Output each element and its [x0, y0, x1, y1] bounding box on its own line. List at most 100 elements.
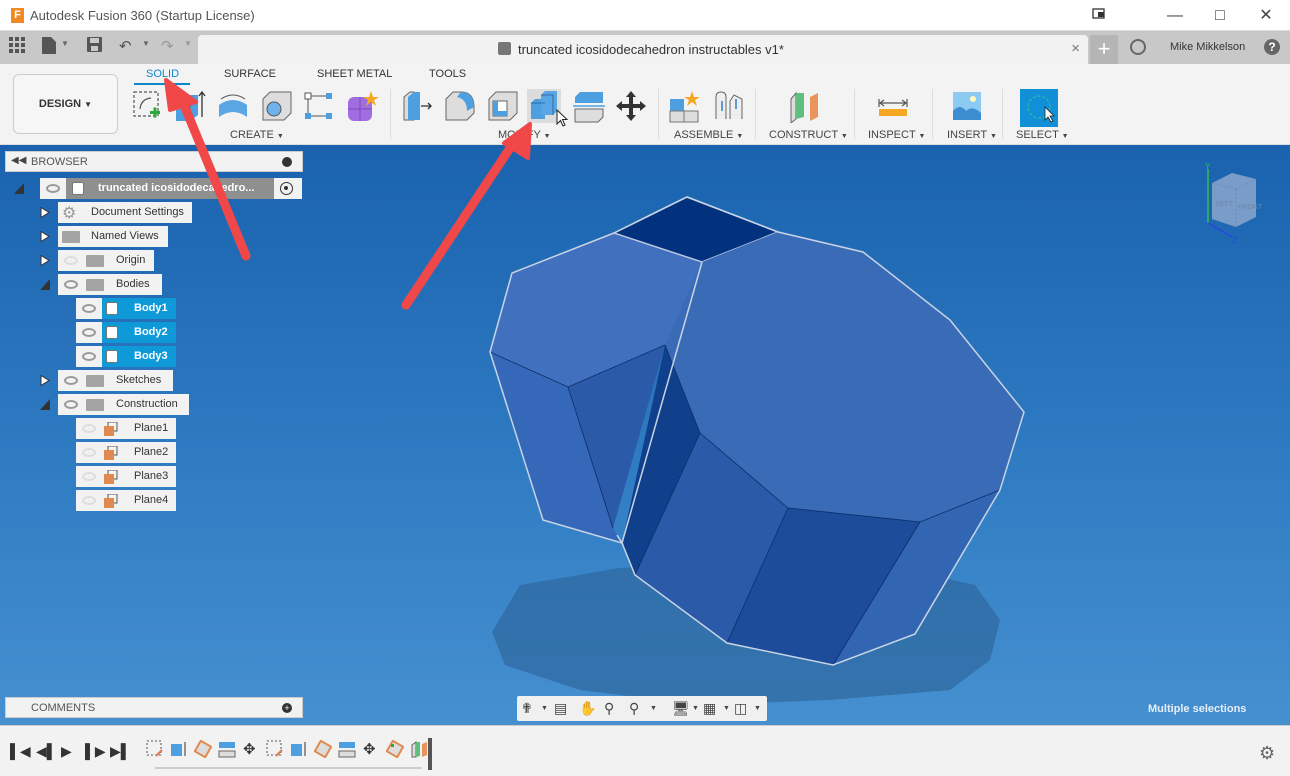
timeline-sketch-icon[interactable]	[266, 740, 284, 758]
timeline-move-icon[interactable]: ✥	[243, 740, 261, 758]
redo-dropdown-icon[interactable]: ▼	[184, 39, 192, 48]
construct-menu[interactable]: CONSTRUCT ▼	[769, 129, 848, 141]
visibility-eye-icon[interactable]	[82, 352, 96, 361]
maximize-button[interactable]: □	[1197, 0, 1243, 31]
pan-hand-icon[interactable]: ✋	[579, 700, 596, 717]
collapse-triangle-icon[interactable]	[40, 279, 50, 290]
visibility-eye-icon[interactable]	[64, 400, 78, 409]
visibility-eye-icon[interactable]	[82, 304, 96, 313]
select-menu[interactable]: SELECT ▼	[1016, 129, 1069, 141]
collapse-triangle-icon[interactable]	[14, 183, 24, 194]
shell-button[interactable]	[486, 89, 520, 123]
create-form-button[interactable]	[345, 89, 379, 123]
timeline-sketch-plane-icon[interactable]	[386, 740, 404, 758]
save-icon[interactable]	[87, 37, 102, 57]
tab-solid[interactable]: SOLID	[146, 68, 179, 80]
viewcube[interactable]: LEFT FRONT Y Z	[1198, 161, 1268, 243]
hidden-eye-icon[interactable]	[82, 496, 96, 505]
look-at-icon[interactable]: ▤	[554, 700, 567, 717]
extrude-button[interactable]	[172, 89, 206, 123]
modify-menu[interactable]: MODIFY ▼	[498, 129, 551, 141]
timeline-plane-icon[interactable]	[314, 740, 332, 758]
timeline-offset-plane-icon[interactable]	[410, 740, 428, 758]
close-tab-button[interactable]: ×	[1071, 40, 1080, 57]
visibility-eye-icon[interactable]	[64, 280, 78, 289]
assemble-menu[interactable]: ASSEMBLE ▼	[674, 129, 743, 141]
go-to-start-icon[interactable]: ▌◀	[10, 743, 31, 760]
undo-icon[interactable]: ↶	[119, 37, 132, 57]
insert-image-button[interactable]	[950, 89, 984, 123]
display-settings-icon[interactable]: 🖥	[672, 700, 690, 717]
browser-panel-header[interactable]: ◀◀ BROWSER	[5, 151, 303, 172]
step-forward-icon[interactable]: ▌▶	[85, 743, 106, 760]
pattern-button[interactable]	[302, 89, 336, 123]
hidden-eye-icon[interactable]	[82, 424, 96, 433]
measure-button[interactable]	[876, 89, 910, 123]
orbit-dropdown-icon[interactable]: ▼	[541, 705, 548, 712]
inspect-menu[interactable]: INSPECT ▼	[868, 129, 925, 141]
go-to-end-icon[interactable]: ▶▌	[110, 743, 131, 760]
collapse-browser-icon[interactable]: ◀◀	[11, 155, 26, 166]
display-dropdown-icon[interactable]: ▼	[692, 705, 699, 712]
create-sketch-button[interactable]	[131, 89, 165, 123]
insert-menu[interactable]: INSERT ▼	[947, 129, 997, 141]
hidden-eye-icon[interactable]	[82, 472, 96, 481]
hidden-eye-icon[interactable]	[64, 256, 78, 265]
visibility-eye-icon[interactable]	[82, 328, 96, 337]
comments-panel[interactable]: COMMENTS +	[5, 697, 303, 718]
new-tab-button[interactable]: +	[1090, 35, 1118, 64]
timeline-marker[interactable]	[428, 738, 432, 770]
tab-sheet-metal[interactable]: SHEET METAL	[317, 68, 392, 80]
new-component-button[interactable]	[668, 89, 702, 123]
restore-window-icon[interactable]	[1076, 0, 1122, 31]
3d-viewport[interactable]: ◀◀ BROWSER truncated icosidodecahedro...…	[0, 145, 1290, 725]
file-icon[interactable]	[42, 37, 56, 57]
create-menu[interactable]: CREATE ▼	[230, 129, 284, 141]
tab-surface[interactable]: SURFACE	[224, 68, 276, 80]
help-icon[interactable]: ?	[1264, 39, 1280, 55]
add-comment-icon[interactable]: +	[282, 703, 292, 713]
file-dropdown-icon[interactable]: ▼	[61, 39, 69, 48]
tab-tools[interactable]: TOOLS	[429, 68, 466, 80]
timeline-split-icon[interactable]	[218, 740, 236, 758]
offset-plane-button[interactable]	[788, 89, 822, 125]
select-button[interactable]	[1020, 89, 1058, 127]
visibility-eye-icon[interactable]	[46, 184, 60, 193]
timeline-plane-icon[interactable]	[194, 740, 212, 758]
timeline-sketch-icon[interactable]	[146, 740, 164, 758]
app-grid-icon[interactable]	[9, 37, 25, 57]
visibility-eye-icon[interactable]	[64, 376, 78, 385]
expand-triangle-icon[interactable]	[40, 207, 50, 218]
viewports-icon[interactable]: ◫	[734, 700, 747, 717]
split-body-button[interactable]	[572, 89, 606, 123]
minimize-button[interactable]: —	[1152, 0, 1198, 31]
collapse-triangle-icon[interactable]	[40, 399, 50, 410]
joint-button[interactable]	[712, 89, 746, 123]
close-window-button[interactable]: ✕	[1243, 0, 1289, 31]
user-account[interactable]: Mike Mikkelson	[1170, 41, 1245, 53]
fit-dropdown-icon[interactable]: ▼	[650, 705, 657, 712]
undo-dropdown-icon[interactable]: ▼	[142, 39, 150, 48]
minimize-panel-icon[interactable]	[282, 157, 292, 167]
move-copy-button[interactable]	[614, 89, 648, 123]
timeline-settings-icon[interactable]: ⚙	[1259, 743, 1275, 764]
timeline-move-icon[interactable]: ✥	[363, 740, 381, 758]
hidden-eye-icon[interactable]	[82, 448, 96, 457]
fit-zoom-icon[interactable]: ⚲	[629, 700, 639, 717]
press-pull-button[interactable]	[400, 89, 434, 123]
fillet-button[interactable]	[443, 89, 477, 123]
model-canvas[interactable]	[0, 145, 1290, 725]
grid-dropdown-icon[interactable]: ▼	[723, 705, 730, 712]
workspace-switcher[interactable]: DESIGN ▼	[13, 74, 118, 134]
zoom-icon[interactable]: ⚲	[604, 700, 614, 717]
job-status-icon[interactable]	[1130, 39, 1146, 55]
timeline-extrude-icon[interactable]	[290, 740, 308, 758]
orbit-icon[interactable]: ✟	[521, 700, 533, 717]
redo-icon[interactable]: ↷	[161, 37, 174, 57]
play-icon[interactable]: ▶	[61, 743, 72, 760]
expand-triangle-icon[interactable]	[40, 255, 50, 266]
grid-icon[interactable]: ▦	[703, 700, 716, 717]
timeline-extrude-icon[interactable]	[170, 740, 188, 758]
timeline-split-icon[interactable]	[338, 740, 356, 758]
expand-triangle-icon[interactable]	[40, 375, 50, 386]
